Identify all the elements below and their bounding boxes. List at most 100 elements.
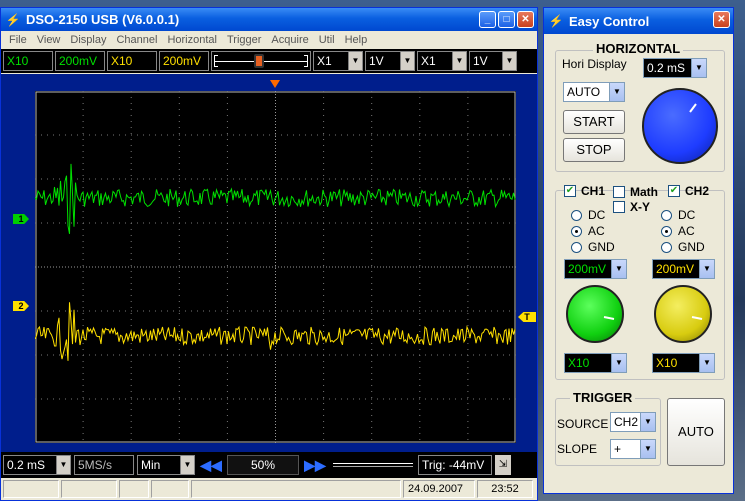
pin-icon[interactable]: ⇲: [495, 455, 511, 475]
combo-7[interactable]: X1 ▼: [417, 51, 467, 71]
ec-close-button[interactable]: ✕: [713, 11, 730, 28]
time-div-value: 0.2 mS: [7, 458, 46, 472]
trigger-position-handle[interactable]: [254, 54, 264, 68]
chevron-down-icon[interactable]: ▼: [699, 354, 714, 372]
ch1-gnd-radio[interactable]: [571, 242, 582, 253]
combo-5[interactable]: X1 ▼: [313, 51, 363, 71]
ch2-volts-select[interactable]: 200mV: [159, 51, 209, 71]
trigger-source-select[interactable]: CH2 ▼: [610, 412, 656, 432]
menu-acquire[interactable]: Acquire: [271, 34, 314, 46]
ch1-dc-radio[interactable]: [571, 210, 582, 221]
ec-ch1-volts-select[interactable]: 200mV ▼: [564, 259, 627, 279]
menu-trigger[interactable]: Trigger: [227, 34, 267, 46]
ch1-level-marker[interactable]: 1: [13, 214, 29, 224]
math-checkbox[interactable]: [613, 186, 625, 198]
ec-ch2-probe-select[interactable]: X10 ▼: [652, 353, 715, 373]
chevron-down-icon[interactable]: ▼: [609, 83, 624, 101]
xy-label: X-Y: [630, 200, 651, 214]
ec-ch1-volts-value: 200mV: [568, 262, 607, 276]
ch2-volts-knob[interactable]: [654, 285, 712, 343]
ch1-checkbox[interactable]: ✔: [564, 185, 576, 197]
chevron-down-icon[interactable]: ▼: [348, 52, 362, 70]
ec-ch1-probe-value: X10: [568, 356, 590, 370]
ch2-level-marker[interactable]: 2: [13, 301, 29, 311]
ec-ch2-volts-select[interactable]: 200mV ▼: [652, 259, 715, 279]
sample-rate-value: 5MS/s: [78, 458, 113, 472]
app-icon: ⚡: [548, 14, 564, 28]
chevron-down-icon[interactable]: ▼: [699, 260, 714, 278]
trigger-source-label: SOURCE: [557, 417, 609, 431]
status-cell-5: [191, 480, 401, 498]
hori-mode-value: AUTO: [567, 85, 601, 99]
horizontal-position-slider[interactable]: [331, 455, 415, 475]
ec-ch2-probe-value: X10: [656, 356, 678, 370]
chevron-down-icon[interactable]: ▼: [56, 456, 70, 474]
ch2-probe-select[interactable]: X10: [107, 51, 157, 71]
chevron-down-icon[interactable]: ▼: [502, 52, 516, 70]
status-cell-1: [3, 480, 59, 498]
main-titlebar[interactable]: ⚡ DSO-2150 USB (V6.0.0.1) _ □ ✕: [1, 8, 537, 31]
math-label: Math: [630, 185, 658, 199]
menu-horizontal[interactable]: Horizontal: [167, 34, 223, 46]
ec-ch2-volts-value: 200mV: [656, 262, 695, 276]
chevron-down-icon[interactable]: ▼: [180, 456, 194, 474]
menu-help[interactable]: Help: [345, 34, 374, 46]
chevron-down-icon[interactable]: ▼: [640, 413, 655, 431]
menu-display[interactable]: Display: [70, 34, 112, 46]
ch1-probe-select[interactable]: X10: [3, 51, 53, 71]
ch1-ac-radio[interactable]: [571, 226, 582, 237]
acquire-mode-select[interactable]: Min ▼: [137, 455, 195, 475]
trigger-level-marker[interactable]: T: [518, 312, 536, 322]
knob-indicator-icon: [689, 103, 697, 113]
ch2-dc-radio[interactable]: [661, 210, 672, 221]
ch2-checkbox[interactable]: ✔: [668, 185, 680, 197]
stop-button[interactable]: STOP: [563, 138, 625, 162]
ec-titlebar[interactable]: ⚡ Easy Control ✕: [544, 8, 733, 34]
start-button[interactable]: START: [563, 110, 625, 134]
hori-mode-select[interactable]: AUTO ▼: [563, 82, 625, 102]
chevron-down-icon[interactable]: ▼: [691, 59, 706, 77]
scroll-left-button[interactable]: ◀◀: [198, 455, 224, 475]
status-bar: 24.09.2007 23:52: [1, 478, 537, 500]
chevron-down-icon[interactable]: ▼: [640, 440, 655, 458]
status-cell-2: [61, 480, 117, 498]
ec-ch1-probe-select[interactable]: X10 ▼: [564, 353, 627, 373]
combo-8[interactable]: 1V ▼: [469, 51, 517, 71]
menu-file[interactable]: File: [9, 34, 33, 46]
menu-view[interactable]: View: [37, 34, 67, 46]
ch1-volts-knob[interactable]: [566, 285, 624, 343]
knob-indicator-icon: [603, 316, 615, 320]
ch1-volts-select[interactable]: 200mV: [55, 51, 105, 71]
acquire-mode-value: Min: [141, 458, 161, 472]
time-div-select[interactable]: 0.2 mS ▼: [3, 455, 71, 475]
ch2-gnd-label: GND: [678, 240, 705, 254]
trigger-slope-select[interactable]: + ▼: [610, 439, 656, 459]
status-cell-3: [119, 480, 149, 498]
horizontal-knob[interactable]: [642, 88, 718, 164]
ch2-ac-radio[interactable]: [661, 226, 672, 237]
timebase-bar: 0.2 mS ▼ 5MS/s Min ▼ ◀◀ 50% ▶▶ Trig: -44…: [1, 452, 537, 478]
close-button[interactable]: ✕: [517, 11, 534, 28]
chevron-down-icon[interactable]: ▼: [611, 260, 626, 278]
minimize-button[interactable]: _: [479, 11, 496, 28]
xy-checkbox[interactable]: [613, 201, 625, 213]
chevron-down-icon[interactable]: ▼: [400, 52, 414, 70]
trigger-position-slider[interactable]: [211, 51, 311, 71]
trigger-slope-value: +: [614, 442, 622, 456]
chevron-down-icon[interactable]: ▼: [611, 354, 626, 372]
menu-util[interactable]: Util: [319, 34, 341, 46]
status-cell-4: [151, 480, 189, 498]
sample-rate-display: 5MS/s: [74, 455, 134, 475]
maximize-button[interactable]: □: [498, 11, 515, 28]
ec-time-div-value: 0.2 mS: [647, 61, 686, 75]
chevron-down-icon[interactable]: ▼: [452, 52, 466, 70]
scroll-right-button[interactable]: ▶▶: [302, 455, 328, 475]
scope-screen[interactable]: [34, 91, 516, 443]
trigger-time-marker[interactable]: [270, 80, 280, 88]
menu-channel[interactable]: Channel: [116, 34, 163, 46]
combo-6[interactable]: 1V ▼: [365, 51, 415, 71]
knob-indicator-icon: [691, 316, 703, 320]
ec-time-div-select[interactable]: 0.2 mS ▼: [643, 58, 707, 78]
ch2-gnd-radio[interactable]: [661, 242, 672, 253]
trigger-auto-button[interactable]: AUTO: [667, 398, 725, 466]
